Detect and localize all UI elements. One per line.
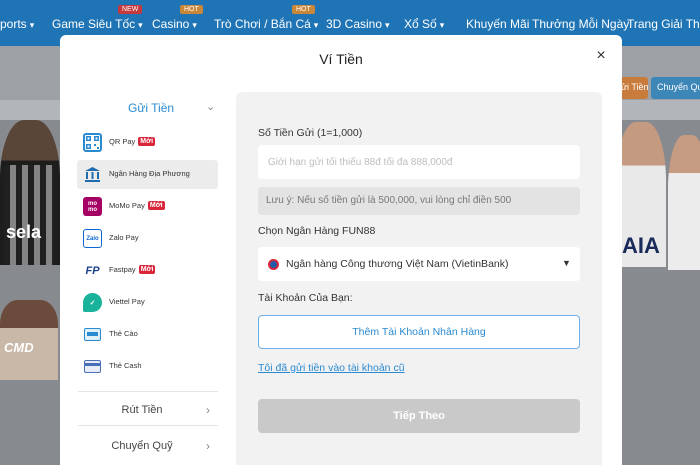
new-badge: Mới (138, 265, 156, 274)
deposit-form-panel: Số Tiền Gửi (1=1,000) Lưu ý: Nếu số tiền… (236, 92, 602, 465)
hot-badge: HOT (180, 5, 203, 14)
amount-note: Lưu ý: Nếu số tiền gửi là 500,000, vui l… (258, 187, 580, 215)
payment-method-label: QR Pay Mới (109, 137, 156, 146)
amount-label: Số Tiền Gửi (1=1,000) (258, 127, 363, 139)
jersey-stripes (4, 165, 54, 265)
new-badge: NEW (118, 5, 143, 14)
bank-select[interactable]: Ngân hàng Công thương Việt Nam (VietinBa… (258, 247, 580, 281)
payment-method-zalo-pay[interactable]: Zalo Zalo Pay (77, 224, 218, 253)
payment-method-label: MoMo Pay Mới (109, 201, 165, 210)
nav-label: Trò Chơi / Bắn Cá (214, 17, 311, 31)
girl-banner-text: CMD (4, 340, 34, 355)
payment-method-name: MoMo Pay (109, 201, 145, 210)
caret-down-icon: ▼ (562, 258, 571, 268)
payment-method-qr-pay[interactable]: QR Pay Mới (77, 128, 218, 157)
chevron-right-icon: › (206, 403, 210, 417)
nav-item-3d-casino[interactable]: 3D Casino ▾ (326, 17, 390, 31)
nav-label: Khuyến Mãi (466, 17, 530, 31)
nav-label: 3D Casino (326, 17, 383, 31)
menu-withdraw[interactable]: Rút Tiền › (78, 399, 218, 423)
chevron-down-icon: ▾ (313, 20, 319, 30)
player-right-image-2 (668, 135, 700, 270)
nav-label: Trang Giải Thưởng (627, 17, 700, 31)
momo-icon: mo mo (83, 197, 102, 216)
selected-bank-name: Ngân hàng Công thương Việt Nam (VietinBa… (286, 258, 509, 270)
cash-card-icon (83, 357, 102, 376)
vietinbank-logo-icon (268, 259, 279, 270)
bank-label: Chọn Ngân Hàng FUN88 (258, 225, 376, 237)
nav-item-thuong-moi-ngay[interactable]: Thưởng Mỗi Ngày (532, 17, 629, 31)
fastpay-icon: FP (85, 264, 100, 277)
chevron-down-icon: ⌄ (206, 101, 216, 113)
payment-method-fastpay[interactable]: FP Fastpay Mới (77, 256, 218, 285)
nav-label: Casino (152, 17, 190, 31)
nav-item-khuyen-mai[interactable]: Khuyến Mãi (466, 17, 529, 31)
modal-title: Ví Tiền (319, 51, 363, 67)
payment-method-momo-pay[interactable]: mo mo MoMo Pay Mới (77, 192, 218, 221)
chevron-down-icon: ▾ (29, 20, 35, 30)
menu-divider (78, 391, 218, 392)
chevron-down-icon: ▾ (138, 20, 143, 30)
qr-code-icon (83, 133, 102, 152)
viettel-pay-icon: ✓ (83, 293, 102, 312)
payment-method-cash-card[interactable]: Thẻ Cash (77, 352, 218, 381)
account-label: Tài Khoản Của Bạn: (258, 292, 353, 304)
payment-method-name: Fastpay (109, 265, 136, 274)
old-account-link[interactable]: Tôi đã gửi tiền vào tài khoản cũ (258, 362, 405, 374)
chevron-down-icon: ▾ (439, 20, 445, 30)
add-bank-account-button[interactable]: Thêm Tài Khoản Nhân Hàng (258, 315, 580, 349)
nav-label: Thưởng Mỗi Ngày (532, 17, 630, 31)
payment-method-name: QR Pay (109, 137, 136, 146)
chevron-right-icon: › (206, 439, 210, 453)
menu-transfer[interactable]: Chuyển Quỹ › (78, 435, 218, 459)
chevron-down-icon: ▾ (385, 20, 390, 30)
new-badge: Mới (147, 201, 165, 210)
scratch-card-icon (83, 325, 102, 344)
left-banner-text: sela (6, 222, 42, 242)
new-badge: Mới (138, 137, 156, 146)
wallet-modal: Ví Tiền × Gửi Tiền ⌄ QR Pay Mới Ngân Hàng… (60, 35, 622, 465)
nav-item-tro-choi-ban-ca[interactable]: HOT Trò Chơi / Bắn Cá ▾ (214, 5, 319, 31)
payment-method-label: Thẻ Cào (109, 329, 138, 338)
nav-item-game-sieu-toc[interactable]: NEW Game Siêu Tốc ▾ (52, 5, 143, 31)
next-button[interactable]: Tiếp Theo (258, 399, 580, 433)
payment-method-label: Ngân Hàng Địa Phương (109, 169, 190, 178)
bank-icon (83, 165, 102, 184)
nav-label: Sports (0, 17, 27, 31)
nav-item-trang-giai-thuong[interactable]: Trang Giải Thưởng (627, 17, 700, 31)
nav-item-casino[interactable]: HOT Casino ▾ (152, 5, 203, 31)
menu-withdraw-label: Rút Tiền (121, 404, 163, 416)
amount-input[interactable] (258, 145, 580, 179)
payment-method-label: Thẻ Cash (109, 361, 142, 370)
payment-method-scratch-card[interactable]: Thẻ Cào (77, 320, 218, 349)
payment-method-label: Zalo Pay (109, 233, 139, 242)
nav-item-sports[interactable]: Sports▾ (0, 17, 34, 31)
nav-item-xo-so[interactable]: Xổ Số ▾ (404, 17, 444, 31)
payment-method-label: Viettel Pay (109, 297, 145, 306)
close-icon[interactable]: × (592, 47, 610, 65)
menu-deposit-label: Gửi Tiền (128, 101, 175, 115)
menu-transfer-label: Chuyển Quỹ (111, 440, 173, 452)
zalopay-icon: Zalo (83, 229, 102, 248)
nav-label: Game Siêu Tốc (52, 17, 136, 31)
background-transfer-button[interactable]: Chuyển Quỹ (651, 77, 700, 99)
payment-method-viettel-pay[interactable]: ✓ Viettel Pay (77, 288, 218, 317)
right-banner-text: AIA (622, 233, 660, 258)
menu-deposit[interactable]: Gửi Tiền ⌄ (78, 98, 218, 120)
menu-divider (78, 425, 218, 426)
nav-label: Xổ Số (404, 17, 437, 31)
hot-badge: HOT (292, 5, 315, 14)
chevron-down-icon: ▾ (192, 20, 197, 30)
payment-method-label: Fastpay Mới (109, 265, 156, 274)
payment-method-local-bank[interactable]: Ngân Hàng Địa Phương (77, 160, 218, 189)
